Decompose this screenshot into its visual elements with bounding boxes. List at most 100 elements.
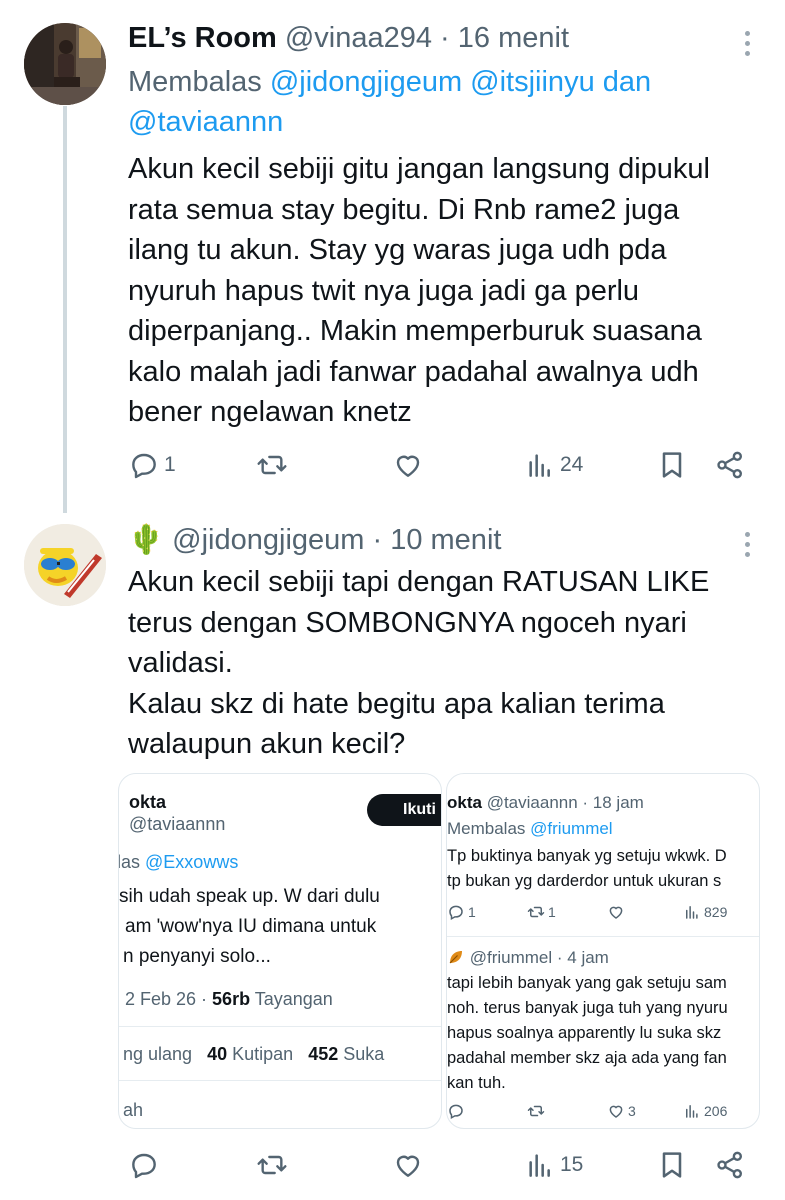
like-button[interactable] xyxy=(607,903,628,921)
quoted-reply-prefix: las xyxy=(118,852,141,872)
quoted-name: okta xyxy=(447,793,482,812)
more-options-icon[interactable] xyxy=(745,532,751,562)
quoted-reply-context: las @Exxowws xyxy=(118,852,239,873)
retweet-icon xyxy=(527,906,545,918)
view-count: 15 xyxy=(560,1153,584,1176)
quoted-handle: @taviaannn xyxy=(129,814,226,834)
quoted-stats: ng ulang 40 Kutipan 452 Suka xyxy=(123,1044,384,1065)
quoted-meta: @taviaannn · 18 jam xyxy=(486,793,644,812)
share-button[interactable] xyxy=(714,1149,746,1181)
quoted-line: Tp buktinya banyak yg setuju wkwk. D xyxy=(447,847,727,865)
retweet-button[interactable]: 1 xyxy=(527,903,556,921)
analytics-icon xyxy=(529,1154,550,1177)
tweet-header: 🌵 @jidongjigeum · 10 menit xyxy=(128,523,501,557)
quoted-screenshot-left[interactable]: okta @taviaannn Ikuti las @Exxowws sih u… xyxy=(118,773,442,1129)
analytics-icon xyxy=(529,454,550,477)
share-button[interactable] xyxy=(714,449,746,481)
heart-icon xyxy=(609,1105,623,1118)
follow-button[interactable]: Ikuti xyxy=(367,794,441,826)
reply-button[interactable] xyxy=(447,1102,468,1120)
quoted-reply-mention: @friummel xyxy=(530,819,613,838)
divider xyxy=(119,1026,441,1027)
like-button[interactable] xyxy=(392,449,428,481)
quoted-line: sih udah speak up. W dari dulu xyxy=(119,886,380,907)
retweet-icon xyxy=(527,1105,545,1117)
avatar-cartoon xyxy=(24,524,106,606)
retweet-icon xyxy=(257,455,287,475)
view-count: 829 xyxy=(704,904,728,920)
reply-icon xyxy=(449,905,463,921)
bookmark-button[interactable] xyxy=(656,1149,688,1181)
reply-icon xyxy=(132,1153,156,1179)
quoted-reply-prefix: Membalas xyxy=(447,819,526,838)
quoted-screenshot-right[interactable]: okta @taviaannn · 18 jam Membalas @frium… xyxy=(446,773,760,1129)
quoted-line: padahal member skz aja ada yang fan xyxy=(447,1049,727,1067)
tweet-actions: 15 xyxy=(128,1149,748,1189)
quoted-line: tapi lebih banyak yang gak setuju sam xyxy=(447,974,727,992)
view-count: 206 xyxy=(704,1103,728,1119)
quoted-likes-value: 452 xyxy=(308,1044,339,1064)
quoted-header: okta @taviaannn · 18 jam xyxy=(447,793,644,813)
divider xyxy=(447,936,759,937)
reply-button[interactable]: 1 xyxy=(447,903,476,921)
display-name-emoji[interactable]: 🌵 xyxy=(128,524,164,556)
heart-icon xyxy=(396,1155,420,1177)
leaf-icon xyxy=(449,951,462,964)
quoted-line: noh. terus banyak juga tuh yang nyuru xyxy=(447,999,728,1017)
quoted-quotes-label: Kutipan xyxy=(232,1044,294,1064)
views-button[interactable]: 206 xyxy=(683,1102,727,1120)
like-count: 3 xyxy=(628,1103,636,1119)
handle-and-time[interactable]: @vinaa294 · 16 menit xyxy=(285,22,569,54)
reply-mentions[interactable]: @jidongjigeum @itsjiinyu xyxy=(270,66,595,98)
divider xyxy=(119,1080,441,1081)
reply-button[interactable] xyxy=(128,1149,164,1181)
quoted-line: tp bukan yg darderdor untuk ukuran s xyxy=(447,872,722,890)
avatar[interactable] xyxy=(24,524,106,606)
retweet-button[interactable] xyxy=(256,449,292,481)
reply-context: Membalas @jidongjigeum @itsjiinyu dan @t… xyxy=(128,62,748,142)
retweet-icon xyxy=(257,1155,287,1175)
views-button[interactable]: 15 xyxy=(524,1149,583,1181)
reply-button[interactable]: 1 xyxy=(128,449,176,481)
quoted-line: n penyanyi solo... xyxy=(123,946,271,967)
reply-mention-last[interactable]: @taviaannn xyxy=(128,106,283,138)
views-button[interactable]: 24 xyxy=(524,449,583,481)
share-icon xyxy=(717,1151,742,1179)
quoted-line: kan tuh. xyxy=(447,1074,506,1092)
analytics-icon xyxy=(686,906,698,919)
handle-and-time[interactable]: @jidongjigeum · 10 menit xyxy=(172,524,501,556)
more-options-icon[interactable] xyxy=(745,31,751,61)
quoted-bottom-cut: ah xyxy=(123,1100,144,1120)
reply-prefix: Membalas xyxy=(128,66,262,98)
tweet-text: Akun kecil sebiji tapi dengan RATUSAN LI… xyxy=(128,566,710,760)
display-name[interactable]: EL’s Room xyxy=(128,22,277,54)
heart-icon xyxy=(396,455,420,477)
bookmark-button[interactable] xyxy=(656,449,688,481)
avatar-photo xyxy=(24,23,106,105)
quoted-header: @friummel · 4 jam xyxy=(447,948,609,968)
views-button[interactable]: 829 xyxy=(683,903,727,921)
quoted-likes-label: Suka xyxy=(343,1044,385,1064)
quoted-meta: @friummel · 4 jam xyxy=(469,948,609,967)
quoted-line: hapus soalnya apparently lu suka skz xyxy=(447,1024,722,1042)
like-button[interactable]: 3 xyxy=(607,1102,636,1120)
like-button[interactable] xyxy=(392,1149,428,1181)
reply-and[interactable]: dan xyxy=(603,66,651,98)
reply-count: 1 xyxy=(164,453,176,476)
retweet-button[interactable] xyxy=(527,1102,548,1120)
quoted-reply-mention: @Exxowws xyxy=(145,852,239,872)
quoted-line: am 'wow'nya IU dimana untuk xyxy=(125,916,377,937)
reply-icon xyxy=(449,1104,463,1120)
share-icon xyxy=(717,451,742,479)
view-count: 24 xyxy=(560,453,584,476)
quoted-date: 2 Feb 26 · xyxy=(125,989,213,1009)
reply-icon xyxy=(132,453,156,479)
avatar[interactable] xyxy=(24,23,106,105)
reply-count: 1 xyxy=(468,904,476,920)
retweet-button[interactable] xyxy=(256,1149,292,1181)
heart-icon xyxy=(609,906,623,919)
bookmark-icon xyxy=(662,452,682,478)
tweet-header: EL’s Room @vinaa294 · 16 menit xyxy=(128,22,569,55)
analytics-icon xyxy=(686,1105,698,1118)
quoted-name: okta xyxy=(129,792,167,812)
